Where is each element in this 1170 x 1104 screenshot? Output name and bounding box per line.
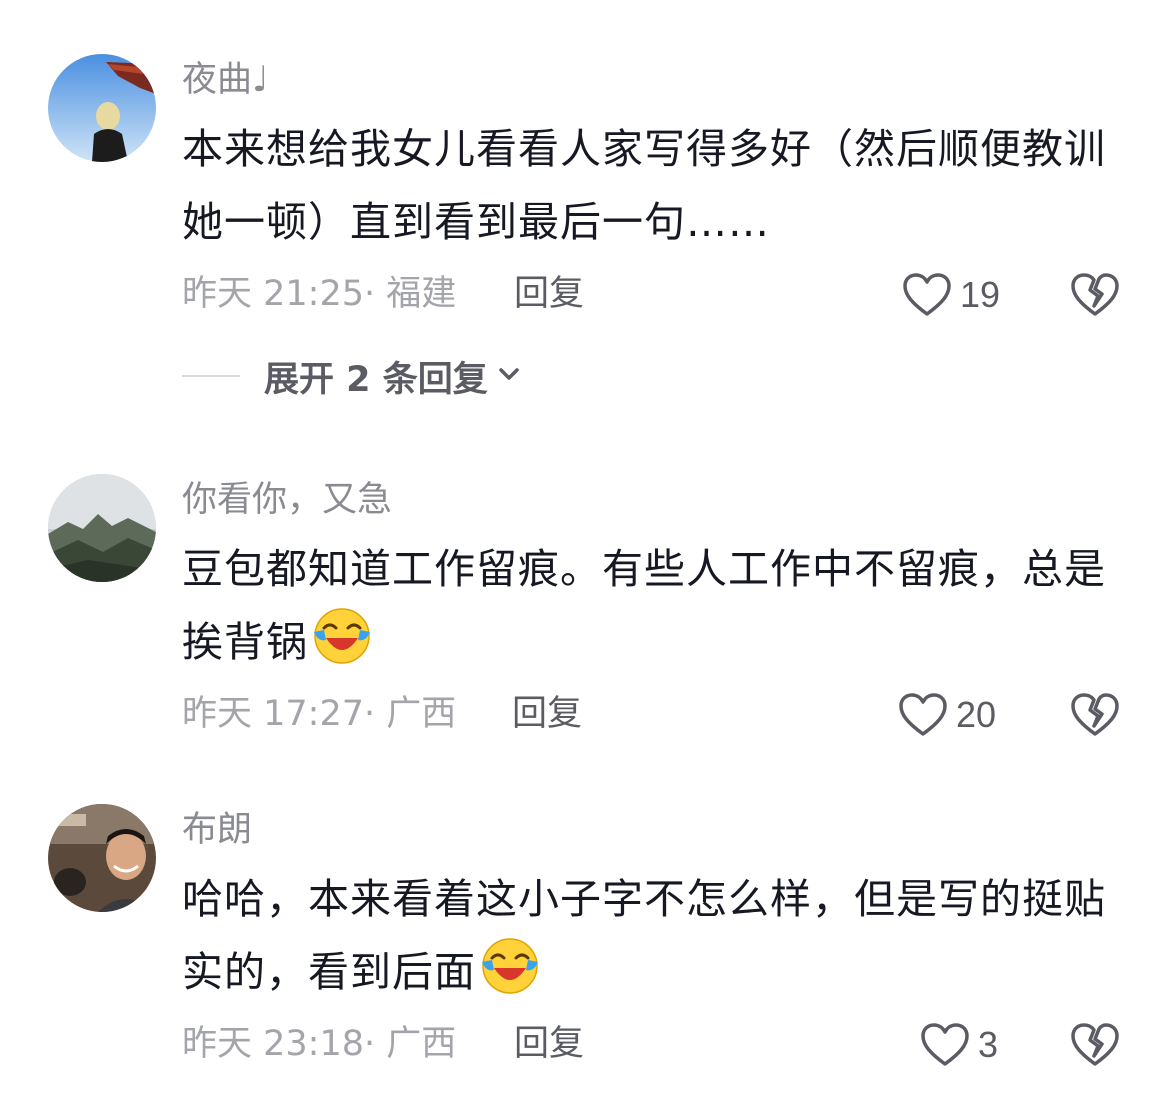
heart-outline-icon (920, 1022, 970, 1068)
broken-heart-icon (1070, 273, 1120, 322)
comment-text: 本来想给我女儿看看人家写得多好（然后顺便教训她一顿）直到看到最后一句…… (182, 125, 1106, 246)
broken-heart-icon (1070, 693, 1120, 742)
like-count: 20 (956, 694, 997, 735)
comment-text: 哈哈，本来看着这小子字不怎么样，但是写的挺贴实的，看到后面 (182, 863, 1117, 1009)
like-count: 19 (960, 274, 1001, 315)
dislike-button[interactable] (1070, 690, 1120, 740)
username[interactable]: 夜曲♩ (182, 58, 269, 102)
avatar[interactable] (48, 474, 156, 582)
comment-text: 豆包都知道工作留痕。有些人工作中不留痕，总是挨背锅 (182, 533, 1117, 679)
dislike-button[interactable] (1070, 270, 1120, 320)
username[interactable]: 你看你，又急 (182, 478, 392, 522)
chevron-down-icon (496, 361, 522, 391)
comment-meta: 昨天 17:27· 广西 (182, 694, 457, 734)
expand-replies-label: 展开 2 条回复 (264, 359, 488, 400)
heart-outline-icon (902, 272, 952, 318)
like-button[interactable]: 19 (902, 270, 1000, 320)
dislike-button[interactable] (1070, 1020, 1120, 1070)
comment-meta: 昨天 21:25· 福建 (182, 274, 457, 314)
comment-text-content: 哈哈，本来看着这小子字不怎么样，但是写的挺贴实的，看到后面 (182, 875, 1106, 996)
avatar[interactable] (48, 804, 156, 912)
like-count: 3 (978, 1024, 999, 1065)
broken-heart-icon (1070, 1023, 1120, 1072)
laughing-crying-emoji (312, 606, 372, 666)
like-button[interactable]: 20 (898, 690, 996, 740)
comment-item: 夜曲♩ 本来想给我女儿看看人家写得多好（然后顺便教训她一顿）直到看到最后一句……… (0, 0, 1170, 420)
reply-button[interactable]: 回复 (512, 692, 582, 736)
avatar[interactable] (48, 54, 156, 162)
expand-replies-button[interactable]: 展开 2 条回复 (182, 352, 522, 400)
comment-meta: 昨天 23:18· 广西 (182, 1024, 457, 1064)
username[interactable]: 布朗 (182, 808, 252, 852)
heart-outline-icon (898, 692, 948, 738)
laughing-crying-emoji (480, 936, 540, 996)
reply-button[interactable]: 回复 (514, 272, 584, 316)
like-button[interactable]: 3 (920, 1020, 998, 1070)
divider (182, 375, 240, 377)
reply-button[interactable]: 回复 (514, 1022, 584, 1066)
